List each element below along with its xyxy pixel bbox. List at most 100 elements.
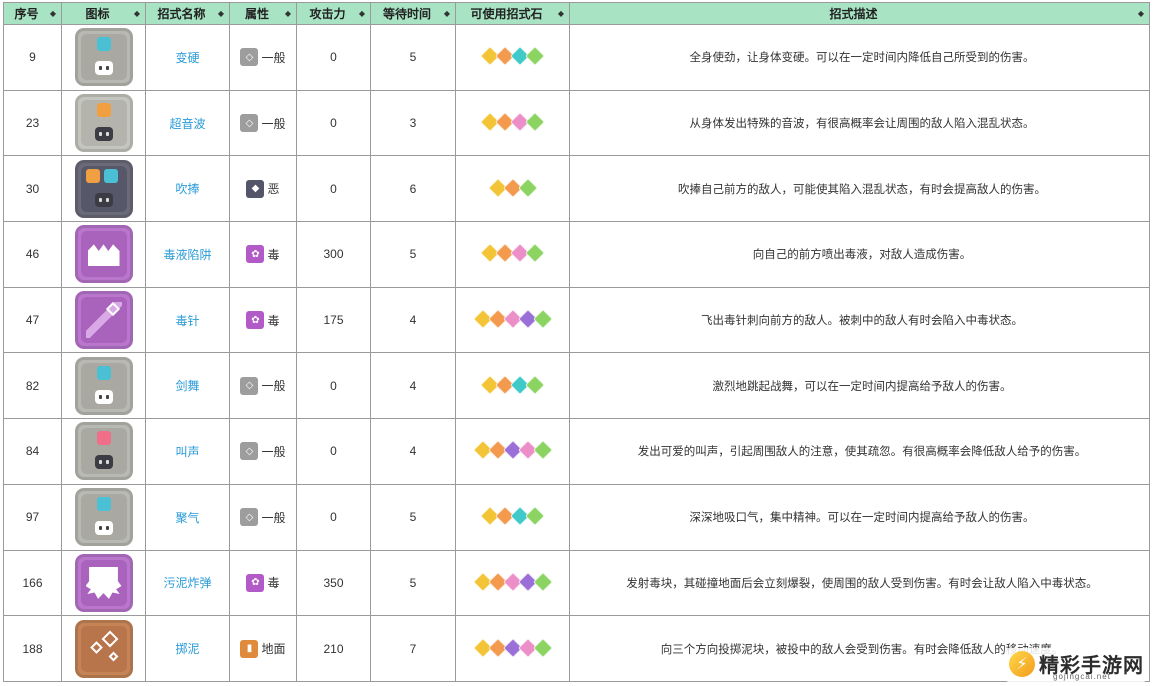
move-id-cell: 23 xyxy=(3,89,62,157)
mud-chunk-icon xyxy=(108,651,118,661)
sort-icon[interactable]: ◆ xyxy=(358,9,366,18)
move-wait-cell: 5 xyxy=(370,483,456,551)
attr-tag: ◇ 一般 xyxy=(240,48,286,67)
move-wait-cell: 3 xyxy=(370,89,456,157)
robot-icon xyxy=(94,192,113,207)
move-power-cell: 210 xyxy=(296,615,371,682)
flatter-bubbles-icon[interactable] xyxy=(74,159,133,218)
focus-energy-icon[interactable] xyxy=(74,488,133,547)
column-header-id[interactable]: 序号 ◆ xyxy=(3,2,62,25)
table-row: 23 超音波 ◇ 一般 0 3 从身体发出特殊的音波，有很高概率会让周围的敌人陷入混乱状态。 xyxy=(3,89,1150,157)
stone-list xyxy=(472,309,553,329)
robot-icon xyxy=(94,127,113,142)
move-id-cell: 97 xyxy=(3,483,62,551)
move-name-link[interactable]: 污泥炸弹 xyxy=(163,576,211,590)
column-header-desc[interactable]: 招式描述 ◆ xyxy=(569,2,1150,25)
sort-icon[interactable]: ◆ xyxy=(1137,9,1145,18)
move-stone-icon[interactable] xyxy=(517,177,538,198)
bubble-icon xyxy=(96,37,111,52)
stone-gem-icon xyxy=(525,46,545,67)
stone-gem-icon xyxy=(532,571,553,592)
robot-icon xyxy=(94,521,113,536)
move-stone-icon[interactable] xyxy=(532,309,553,329)
move-stone-icon[interactable] xyxy=(532,571,553,592)
normal-type-icon: ◇ xyxy=(240,376,259,395)
column-header-label: 可使用招式石 xyxy=(470,7,543,21)
move-power-cell: 300 xyxy=(296,221,371,288)
sword-dance-icon[interactable] xyxy=(74,356,133,415)
sound-wave-icon[interactable] xyxy=(74,94,133,153)
move-name-link[interactable]: 掷泥 xyxy=(175,642,199,656)
stone-list xyxy=(480,46,545,67)
sort-icon[interactable]: ◆ xyxy=(133,9,141,18)
move-wait-cell: 4 xyxy=(370,286,456,354)
column-header-stones[interactable]: 可使用招式石 ◆ xyxy=(455,2,570,25)
move-power-cell: 0 xyxy=(296,155,371,223)
move-stone-icon[interactable] xyxy=(525,506,545,527)
column-header-name[interactable]: 招式名称 ◆ xyxy=(145,2,230,25)
move-name-link[interactable]: 变硬 xyxy=(175,51,199,65)
column-header-power[interactable]: 攻击力 ◆ xyxy=(296,2,371,25)
attr-tag: ✿ 毒 xyxy=(246,573,280,592)
column-header-label: 招式描述 xyxy=(829,7,878,21)
bubble-icon xyxy=(103,168,118,183)
move-name-link[interactable]: 聚气 xyxy=(175,511,199,525)
sludge-bomb-icon[interactable] xyxy=(74,553,133,612)
move-name-cell: 剑舞 xyxy=(145,352,230,420)
move-name-link[interactable]: 吹捧 xyxy=(175,182,199,196)
move-desc-cell: 全身使劲，让身体变硬。可以在一定时间内降低自己所受到的伤害。 xyxy=(569,24,1150,91)
shield-bubble-icon[interactable] xyxy=(74,28,133,87)
move-attr-cell: ◇ 一般 xyxy=(229,24,297,91)
column-header-wait[interactable]: 等待时间 ◆ xyxy=(370,2,456,25)
move-desc-cell: 从身体发出特殊的音波，有很高概率会让周围的敌人陷入混乱状态。 xyxy=(569,89,1150,157)
normal-type-icon: ◇ xyxy=(240,508,259,527)
move-attr-cell: ◇ 一般 xyxy=(229,352,297,420)
move-stone-icon[interactable] xyxy=(525,112,545,132)
move-name-link[interactable]: 叫声 xyxy=(175,445,199,459)
sort-icon[interactable]: ◆ xyxy=(217,9,225,18)
attr-tag: ◇ 一般 xyxy=(240,376,286,395)
poison-type-icon: ✿ xyxy=(246,245,265,264)
sort-icon[interactable]: ◆ xyxy=(557,9,565,18)
move-stones-cell xyxy=(455,89,570,157)
attr-tag: ✿ 毒 xyxy=(246,311,280,330)
attr-label: 一般 xyxy=(261,50,286,65)
column-header-label: 攻击力 xyxy=(309,7,346,21)
move-stone-icon[interactable] xyxy=(532,440,553,461)
move-id-cell: 46 xyxy=(3,221,62,288)
mud-shot-icon[interactable] xyxy=(74,619,133,678)
move-stones-cell xyxy=(455,549,570,617)
move-desc-cell: 激烈地跳起战舞，可以在一定时间内提高给予敌人的伤害。 xyxy=(569,352,1150,420)
move-shape-icon xyxy=(88,630,120,667)
move-stone-icon[interactable] xyxy=(525,46,545,67)
attr-tag: ◇ 一般 xyxy=(240,114,286,133)
poison-needle-icon[interactable] xyxy=(74,291,133,350)
move-name-link[interactable]: 超音波 xyxy=(169,117,205,131)
table-row: 84 叫声 ◇ 一般 0 4 发出可爱的叫声，引起周围敌人的注意，使其疏忽。有很高概率会降低… xyxy=(3,418,1150,485)
sort-icon[interactable]: ◆ xyxy=(49,9,57,18)
move-name-link[interactable]: 毒针 xyxy=(175,314,199,328)
move-stone-icon[interactable] xyxy=(525,374,545,395)
move-name-cell: 污泥炸弹 xyxy=(145,549,230,617)
stone-gem-icon xyxy=(517,177,538,198)
stone-gem-icon xyxy=(532,309,553,329)
diamond-icon xyxy=(105,302,120,317)
attr-label: 一般 xyxy=(261,379,286,394)
sort-icon[interactable]: ◆ xyxy=(284,9,292,18)
column-header-icon[interactable]: 图标 ◆ xyxy=(61,2,146,25)
move-stone-icon[interactable] xyxy=(525,243,545,264)
attr-label: 一般 xyxy=(261,116,286,131)
move-attr-cell: ▮ 地面 xyxy=(229,615,297,682)
column-header-attr[interactable]: 属性 ◆ xyxy=(229,2,297,25)
move-attr-cell: ◆ 恶 xyxy=(229,155,297,223)
move-stones-cell xyxy=(455,483,570,551)
sort-icon[interactable]: ◆ xyxy=(443,9,451,18)
move-wait-cell: 7 xyxy=(370,615,456,682)
stone-gem-icon xyxy=(532,440,553,461)
venom-trap-icon[interactable] xyxy=(74,225,133,284)
move-name-link[interactable]: 毒液陷阱 xyxy=(163,248,211,262)
move-power-cell: 0 xyxy=(296,483,371,551)
move-name-link[interactable]: 剑舞 xyxy=(175,379,199,393)
move-stone-icon[interactable] xyxy=(532,637,553,658)
growl-icon[interactable] xyxy=(74,422,133,481)
